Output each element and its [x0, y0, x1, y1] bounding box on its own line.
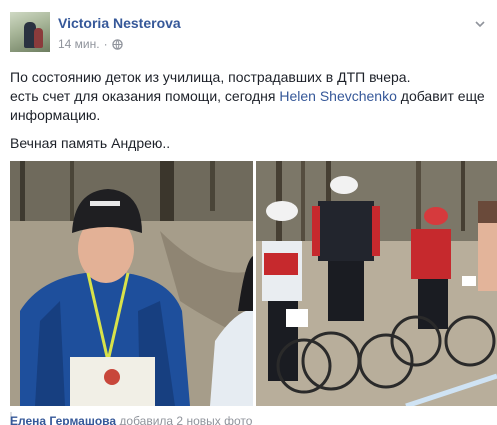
post-text: По состоянию деток из училища, пострадав… — [10, 68, 490, 153]
photo-left-art — [10, 161, 253, 406]
chevron-down-icon[interactable] — [474, 18, 486, 30]
meta-separator: · — [103, 37, 108, 51]
mention-link[interactable]: Helen Shevchenko — [279, 88, 397, 104]
photo-boy-with-medal[interactable] — [10, 161, 253, 406]
shared-by-line: Елена Гермашова добавила 2 новых фото — [10, 414, 252, 425]
photo-cyclists-race[interactable] — [256, 161, 497, 406]
globe-icon[interactable] — [111, 38, 123, 50]
post-meta: 14 мин. · — [58, 37, 123, 51]
post-time[interactable]: 14 мин. — [58, 37, 100, 51]
post-header: Victoria Nesterova 14 мин. · — [10, 12, 490, 56]
shared-by-name[interactable]: Елена Гермашова — [10, 414, 116, 425]
post-text-line1: По состоянию деток из училища, пострадав… — [10, 69, 411, 85]
shared-by-action: добавила 2 новых фото — [116, 414, 253, 425]
photo-right-art — [256, 161, 497, 406]
post-text-line2-start: есть счет для оказания помощи, сегодня — [10, 88, 280, 104]
post-text-para1: По состоянию деток из училища, пострадав… — [10, 68, 490, 125]
avatar-figure-2 — [34, 28, 43, 48]
author-name[interactable]: Victoria Nesterova — [58, 15, 181, 31]
post-text-line3: Вечная память Андрею.. — [10, 135, 171, 151]
author-avatar[interactable] — [10, 12, 50, 52]
